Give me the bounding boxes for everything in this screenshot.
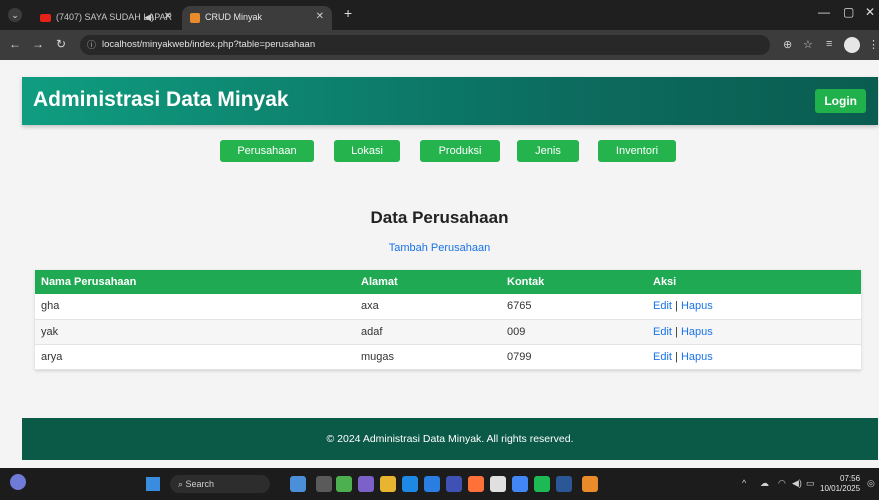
cell-kontak: 6765 xyxy=(501,294,647,320)
clock[interactable]: 07:56 10/01/2025 xyxy=(820,474,860,494)
login-button[interactable]: Login xyxy=(815,89,866,113)
xampp-icon[interactable] xyxy=(582,476,598,492)
tray-app-icon[interactable]: ☁ xyxy=(760,478,769,489)
address-bar-row: ← → ↻ ⓘ localhost/minyakweb/index.php?ta… xyxy=(0,30,879,60)
edit-link[interactable]: Edit xyxy=(653,300,672,312)
word-icon[interactable] xyxy=(556,476,572,492)
table-row: arya mugas 0799 Edit | Hapus xyxy=(35,344,861,370)
cell-aksi: Edit | Hapus xyxy=(647,294,861,320)
table-header-row: Nama Perusahaan Alamat Kontak Aksi xyxy=(35,270,861,294)
cell-alamat: mugas xyxy=(355,344,501,370)
more-menu-icon[interactable]: ⋮ xyxy=(868,38,879,51)
nav-jenis-button[interactable]: Jenis xyxy=(517,140,579,162)
new-tab-icon[interactable]: + xyxy=(344,5,352,21)
firefox-icon[interactable] xyxy=(468,476,484,492)
tab-youtube[interactable]: (7407) SAYA SUDAH LAPAR ◀) ✕ xyxy=(32,6,180,30)
weather-icon[interactable] xyxy=(10,474,26,490)
cell-alamat: adaf xyxy=(355,319,501,345)
restore-icon[interactable]: ▢ xyxy=(843,5,854,19)
tray-chevron-icon[interactable]: ^ xyxy=(742,478,746,488)
app-icon[interactable] xyxy=(534,476,550,492)
battery-icon[interactable]: ▭ xyxy=(806,478,815,489)
table-row: yak adaf 009 Edit | Hapus xyxy=(35,319,861,345)
add-perusahaan-link[interactable]: Tambah Perusahaan xyxy=(0,242,879,254)
notification-icon[interactable]: ◎ xyxy=(867,478,875,489)
volume-icon[interactable]: ◀) xyxy=(792,478,802,489)
forward-icon[interactable]: → xyxy=(32,37,44,51)
minimize-icon[interactable]: — xyxy=(818,5,830,19)
file-explorer-icon[interactable] xyxy=(380,476,396,492)
separator: | xyxy=(675,300,678,313)
cell-nama: gha xyxy=(35,294,355,320)
tab-title: CRUD Minyak xyxy=(205,12,263,22)
edge-icon[interactable] xyxy=(402,476,418,492)
store-icon[interactable] xyxy=(424,476,440,492)
hapus-link[interactable]: Hapus xyxy=(681,351,713,363)
column-header: Aksi xyxy=(647,270,861,294)
codeigniter-icon xyxy=(190,12,200,23)
cell-kontak: 0799 xyxy=(501,344,647,370)
cell-nama: arya xyxy=(35,344,355,370)
separator: | xyxy=(675,325,678,338)
back-icon[interactable]: ← xyxy=(9,37,21,51)
date: 10/01/2025 xyxy=(820,484,861,493)
app-icon[interactable] xyxy=(446,476,462,492)
search-icon: ⌕ xyxy=(178,479,186,489)
cell-nama: yak xyxy=(35,319,355,345)
nav-produksi-button[interactable]: Produksi xyxy=(420,140,500,162)
hapus-link[interactable]: Hapus xyxy=(681,326,713,338)
site-header: Administrasi Data Minyak Login xyxy=(22,77,878,125)
search-label: Search xyxy=(185,479,215,489)
chrome-icon[interactable] xyxy=(512,476,528,492)
reload-icon[interactable]: ↻ xyxy=(56,37,66,51)
close-tab-icon[interactable]: ✕ xyxy=(164,6,172,28)
taskbar-search[interactable]: ⌕ Search xyxy=(170,475,270,493)
main-nav: Perusahaan Lokasi Produksi Jenis Invento… xyxy=(0,140,879,162)
hapus-link[interactable]: Hapus xyxy=(681,300,713,312)
close-tab-icon[interactable]: ✕ xyxy=(316,6,324,28)
tab-crud-minyak[interactable]: CRUD Minyak ✕ xyxy=(182,6,332,30)
task-view-icon[interactable] xyxy=(316,476,332,492)
taskbar: ⌕ Search ^ ☁ ◠ ◀) ▭ 07:56 10/01/2025 ◎ xyxy=(0,468,879,500)
profile-avatar[interactable] xyxy=(844,37,860,53)
page-title: Data Perusahaan xyxy=(370,208,509,227)
cell-alamat: axa xyxy=(355,294,501,320)
close-window-icon[interactable]: ✕ xyxy=(865,5,875,19)
web-page: Administrasi Data Minyak Login Perusahaa… xyxy=(0,60,879,468)
nav-lokasi-button[interactable]: Lokasi xyxy=(334,140,400,162)
tab-title: (7407) SAYA SUDAH LAPAR xyxy=(56,12,173,22)
separator: | xyxy=(675,350,678,363)
zoom-icon[interactable]: ⊕ xyxy=(783,38,792,51)
perusahaan-table: Nama Perusahaan Alamat Kontak Aksi gha a… xyxy=(35,270,861,370)
bookmark-star-icon[interactable]: ☆ xyxy=(803,38,813,51)
column-header: Alamat xyxy=(355,270,501,294)
wifi-icon[interactable]: ◠ xyxy=(778,478,786,489)
site-footer: © 2024 Administrasi Data Minyak. All rig… xyxy=(22,418,878,460)
edit-link[interactable]: Edit xyxy=(653,351,672,363)
cell-kontak: 009 xyxy=(501,319,647,345)
windows-start-icon[interactable] xyxy=(146,477,160,491)
nav-perusahaan-button[interactable]: Perusahaan xyxy=(220,140,314,162)
cell-aksi: Edit | Hapus xyxy=(647,319,861,345)
app-icon[interactable] xyxy=(336,476,352,492)
time: 07:56 xyxy=(840,474,861,483)
tab-search-icon[interactable]: ⌄ xyxy=(8,8,22,22)
site-info-icon[interactable]: ⓘ xyxy=(87,35,96,55)
column-header: Nama Perusahaan xyxy=(35,270,355,294)
nav-inventori-button[interactable]: Inventori xyxy=(598,140,676,162)
url-input[interactable]: ⓘ localhost/minyakweb/index.php?table=pe… xyxy=(80,35,770,55)
widgets-icon[interactable] xyxy=(290,476,306,492)
extensions-icon[interactable]: ≡ xyxy=(826,38,832,50)
cell-aksi: Edit | Hapus xyxy=(647,344,861,370)
url-text: localhost/minyakweb/index.php?table=peru… xyxy=(102,39,316,50)
app-icon[interactable] xyxy=(358,476,374,492)
app-icon[interactable] xyxy=(490,476,506,492)
site-title: Administrasi Data Minyak xyxy=(33,88,289,111)
speaker-icon[interactable]: ◀) xyxy=(144,6,154,28)
edit-link[interactable]: Edit xyxy=(653,326,672,338)
column-header: Kontak xyxy=(501,270,647,294)
browser-tab-bar: ⌄ (7407) SAYA SUDAH LAPAR ◀) ✕ CRUD Miny… xyxy=(0,0,879,30)
youtube-icon xyxy=(40,13,51,22)
table-row: gha axa 6765 Edit | Hapus xyxy=(35,294,861,320)
